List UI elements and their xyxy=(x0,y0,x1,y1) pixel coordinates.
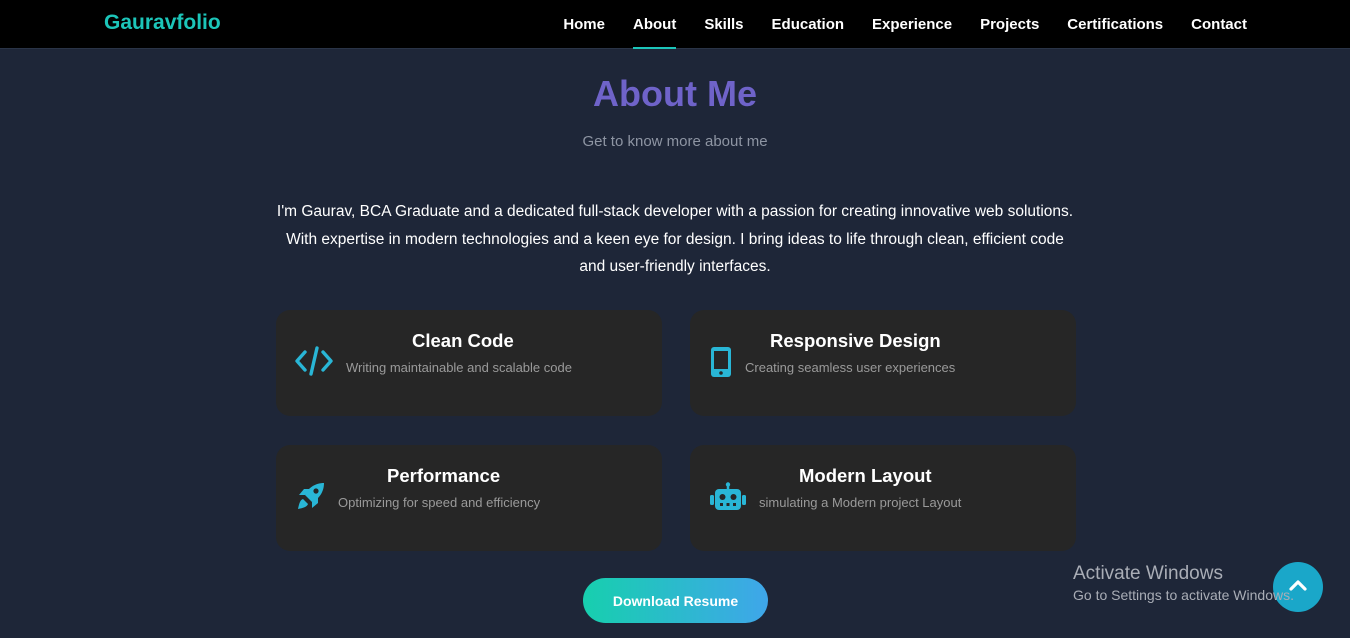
rocket-icon xyxy=(295,480,327,517)
card-title: Performance xyxy=(387,465,501,486)
feature-card-responsive-design: Responsive Design Creating seamless user… xyxy=(690,310,1076,416)
card-title: Clean Code xyxy=(412,330,514,351)
nav-link-skills[interactable]: Skills xyxy=(704,2,743,48)
feature-card-performance: Performance Optimizing for speed and eff… xyxy=(276,445,662,551)
nav-link-contact[interactable]: Contact xyxy=(1191,2,1247,48)
card-desc: Creating seamless user experiences xyxy=(745,360,956,375)
page-subtitle: Get to know more about me xyxy=(582,133,768,150)
navbar: Gauravfolio Home About Skills Education … xyxy=(0,0,1350,49)
robot-icon xyxy=(709,482,747,517)
nav-link-certifications[interactable]: Certifications xyxy=(1067,2,1163,48)
feature-card-modern-layout: Modern Layout simulating a Modern projec… xyxy=(690,445,1076,551)
nav-link-education[interactable]: Education xyxy=(772,2,845,48)
feature-card-clean-code: Clean Code Writing maintainable and scal… xyxy=(276,310,662,416)
nav-link-about[interactable]: About xyxy=(633,2,677,49)
code-icon xyxy=(295,346,333,381)
watermark-desc: Go to Settings to activate Windows. xyxy=(1073,587,1294,603)
card-desc: simulating a Modern project Layout xyxy=(759,495,962,510)
activate-windows-watermark: Activate Windows Go to Settings to activ… xyxy=(1073,563,1294,605)
card-desc: Optimizing for speed and efficiency xyxy=(338,495,541,510)
page-title: About Me xyxy=(593,73,757,114)
card-title: Modern Layout xyxy=(799,465,932,486)
card-title: Responsive Design xyxy=(770,330,941,351)
watermark-title: Activate Windows xyxy=(1073,563,1223,584)
nav-links: Home About Skills Education Experience P… xyxy=(563,0,1247,49)
nav-link-experience[interactable]: Experience xyxy=(872,2,952,48)
mobile-icon xyxy=(710,346,732,383)
card-desc: Writing maintainable and scalable code xyxy=(346,360,572,375)
brand-logo[interactable]: Gauravfolio xyxy=(104,11,221,35)
intro-paragraph: I'm Gaurav, BCA Graduate and a dedicated… xyxy=(276,203,1074,275)
download-resume-button[interactable]: Download Resume xyxy=(583,578,768,623)
nav-link-home[interactable]: Home xyxy=(563,2,605,48)
nav-link-projects[interactable]: Projects xyxy=(980,2,1039,48)
